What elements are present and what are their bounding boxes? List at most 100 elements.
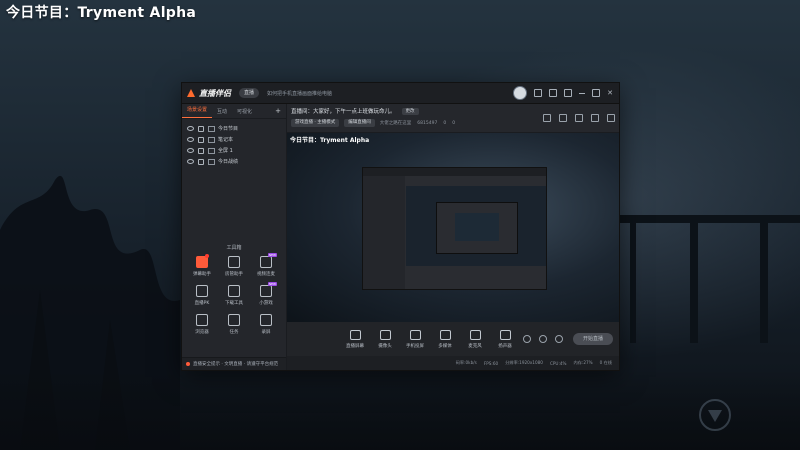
source-label: 今日节目 [218, 126, 239, 132]
video-link-icon [260, 256, 272, 268]
title-bar: 直播伴侣 直播 如何把手机直播画面推给电脑 ✕ [182, 83, 619, 104]
eye-icon[interactable] [187, 159, 194, 164]
tool-record[interactable]: 录屏 [250, 314, 282, 335]
status-fps: FPS:60 [483, 360, 499, 366]
eye-icon[interactable] [187, 148, 194, 153]
source-label: 今日战绩 [218, 159, 239, 165]
safety-notice[interactable]: 直播安全提示 · 文明直播 · 请遵守平台规范 [182, 357, 286, 370]
control-label: 摄像头 [378, 343, 392, 349]
control-mic[interactable]: 麦克风 [465, 329, 485, 349]
control-label: 多媒体 [438, 343, 452, 349]
tool-video-link[interactable]: NEW 视频连麦 [250, 253, 282, 277]
control-camera[interactable]: 摄像头 [375, 329, 395, 349]
maximize-icon[interactable] [592, 89, 601, 97]
tab-interaction[interactable]: 互动 [212, 108, 232, 115]
app-logo-icon [187, 89, 195, 97]
eye-icon[interactable] [187, 126, 194, 131]
source-item[interactable]: 今日战绩 [182, 156, 286, 167]
start-live-button[interactable]: 开始直播 [573, 333, 613, 345]
room-info-bar: 直播间：大家好，下午一点上班做玩命儿。 更改 游戏直播 · 主播模式 编辑直播间… [287, 104, 619, 133]
edit-announcement-button[interactable]: 更改 [401, 107, 419, 115]
source-label: 全屏 1 [218, 148, 233, 154]
tool-label: 直播PK [194, 301, 210, 306]
bell-icon[interactable] [591, 114, 599, 122]
window-icon [208, 158, 215, 165]
tool-pk[interactable]: 直播PK [186, 285, 218, 306]
control-phone-cast[interactable]: 手机投屏 [405, 329, 425, 349]
alert-icon [186, 362, 190, 366]
lock-icon[interactable] [198, 147, 204, 154]
shield-icon [228, 256, 240, 268]
control-label: 手机投屏 [406, 343, 424, 349]
media-icon [439, 329, 451, 340]
tool-label: 录屏 [261, 330, 271, 335]
share-icon[interactable] [559, 114, 567, 122]
tool-browser[interactable]: 浏览器 [186, 314, 218, 335]
status-bitrate: 码率:0kb/s [455, 360, 477, 365]
task-icon [228, 314, 240, 326]
new-badge: NEW [267, 282, 277, 286]
tool-label: 弹幕助手 [193, 272, 211, 277]
tool-download[interactable]: 下载工具 [218, 285, 250, 306]
toolbox-title: 工具箱 [226, 245, 242, 251]
control-speaker[interactable]: 扬声器 [495, 329, 515, 349]
tool-danmu[interactable]: 弹幕助手 [186, 254, 218, 277]
stream-preview[interactable]: 今日节目：Tryment Alpha [287, 133, 619, 322]
more-icon[interactable] [607, 114, 615, 122]
nested-preview-window [362, 167, 547, 290]
status-online: 0 在线 [599, 360, 612, 365]
eye-icon[interactable] [539, 335, 547, 343]
control-label: 直播屏幕 [346, 343, 364, 349]
source-label: 笔记本 [218, 137, 234, 143]
source-item[interactable]: 笔记本 [182, 134, 286, 145]
layout-icon[interactable] [543, 114, 551, 122]
live-mode-pill[interactable]: 直播 [239, 88, 260, 98]
chat-icon[interactable] [575, 114, 583, 122]
control-screen[interactable]: 直播屏幕 [345, 329, 365, 349]
tool-label: 任务 [229, 330, 239, 335]
tool-label: 小游戏 [259, 301, 273, 306]
mic-icon [469, 329, 481, 340]
main-area: 直播间：大家好，下午一点上班做玩命儿。 更改 游戏直播 · 主播模式 编辑直播间… [287, 104, 619, 370]
tool-task[interactable]: 任务 [218, 314, 250, 335]
control-media[interactable]: 多媒体 [435, 329, 455, 349]
speaker-icon [499, 329, 511, 340]
sidebar-tabs: 场景设置 互动 可视化 + [182, 104, 286, 119]
new-badge: NEW [267, 253, 277, 257]
minimize-icon[interactable] [579, 92, 586, 94]
settings-icon[interactable] [549, 89, 558, 97]
source-controls: 直播屏幕 摄像头 手机投屏 多媒体 麦克风 扬声器 开始直播 [287, 322, 619, 356]
tool-label: 视频连麦 [257, 272, 275, 277]
add-source-button[interactable]: + [275, 107, 281, 115]
lock-icon[interactable] [198, 136, 204, 143]
category-chip[interactable]: 游戏直播 · 主播模式 [291, 119, 340, 127]
help-link[interactable]: 如何把手机直播画面推给电脑 [267, 90, 332, 97]
status-cpu: CPU:4% [549, 360, 567, 366]
eye-icon[interactable] [187, 137, 194, 142]
tool-mini-game[interactable]: NEW 小游戏 [250, 282, 282, 306]
fire-count: 0 [443, 120, 447, 126]
message-icon[interactable] [534, 89, 543, 97]
tool-label: 房管助手 [225, 272, 243, 277]
menu-icon[interactable] [564, 89, 573, 97]
control-label: 麦克风 [468, 343, 482, 349]
tool-room-admin[interactable]: 房管助手 [218, 256, 250, 277]
gear-icon[interactable] [555, 335, 563, 343]
status-memory: 内存:27% [573, 360, 593, 365]
close-icon[interactable]: ✕ [607, 89, 613, 97]
monitor-icon [208, 147, 215, 154]
window-icon [208, 136, 215, 143]
user-avatar[interactable] [513, 86, 528, 100]
preview-overlay-title: 今日节目：Tryment Alpha [290, 137, 370, 144]
tab-visual[interactable]: 可视化 [232, 108, 257, 115]
source-item[interactable]: 全屏 1 [182, 145, 286, 156]
source-list: 今日节目 笔记本 全屏 1 今日战绩 [182, 123, 286, 167]
lock-icon[interactable] [198, 158, 204, 165]
lock-icon[interactable] [198, 125, 204, 132]
source-item[interactable]: 今日节目 [182, 123, 286, 134]
edit-room-button[interactable]: 编辑直播间 [344, 119, 375, 127]
window-icon [208, 125, 215, 132]
toolbox-grid: 弹幕助手 房管助手 NEW 视频连麦 直播PK 下载工具 NEW 小游戏 浏览器… [186, 253, 282, 335]
record-video-icon[interactable] [523, 335, 531, 343]
tab-scene[interactable]: 场景设置 [182, 104, 213, 118]
